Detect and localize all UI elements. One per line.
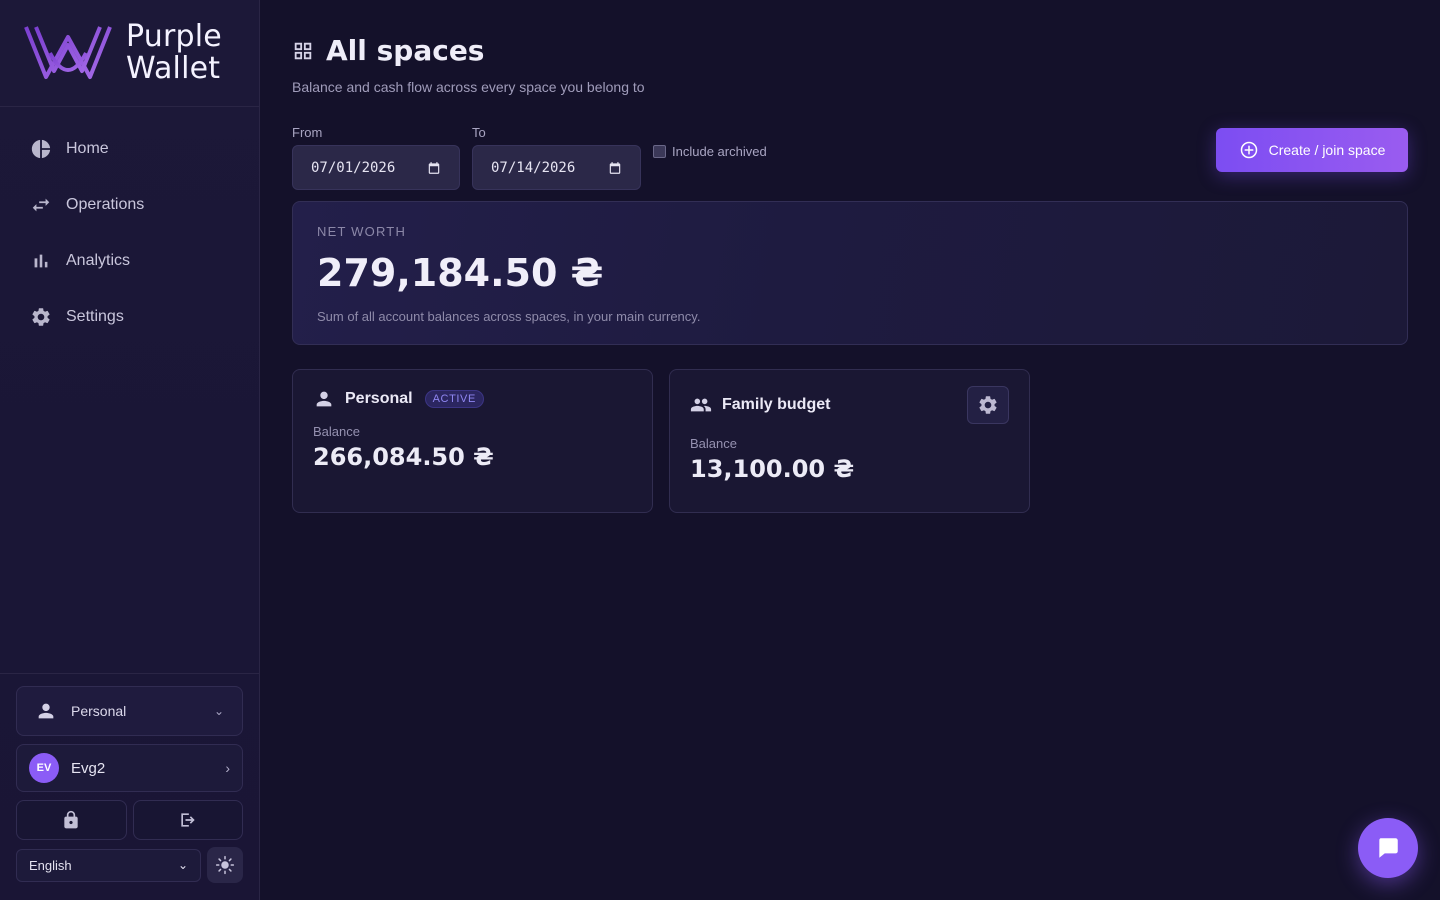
to-date-value: 07/14/2026: [491, 159, 576, 176]
from-label: From: [292, 125, 323, 140]
to-label: To: [472, 125, 486, 140]
space-card-header: Family budget: [690, 394, 1009, 416]
brand-name: Purple Wallet: [126, 21, 222, 85]
calendar-icon: [428, 161, 440, 174]
chevron-right-icon: ›: [225, 760, 230, 776]
from-field: From 07/01/2026: [292, 125, 460, 190]
net-worth-card: NET WORTH 279,184.50 ₴ Sum of all accoun…: [292, 201, 1408, 345]
from-date-value: 07/01/2026: [311, 159, 396, 176]
calendar-icon: [609, 161, 621, 174]
filters: From 07/01/2026 To 07/14/2026 Include ar…: [292, 125, 1408, 191]
user-profile[interactable]: EV Evg2 ›: [16, 744, 243, 792]
brand[interactable]: Purple Wallet: [0, 0, 259, 107]
from-date-input[interactable]: 07/01/2026: [292, 145, 460, 190]
space-selector[interactable]: Personal ⌄: [16, 686, 243, 736]
sidebar-item-operations[interactable]: Operations: [0, 177, 259, 233]
logout-icon: [181, 813, 195, 827]
sidebar-item-label: Home: [66, 140, 109, 157]
language-value: English: [29, 857, 72, 873]
lock-button[interactable]: [16, 800, 127, 840]
chat-bubble-icon: [1379, 838, 1398, 858]
create-join-space-label: Create / join space: [1268, 142, 1386, 158]
space-card-personal[interactable]: Personal ACTIVE Balance 266,084.50 ₴: [292, 369, 653, 513]
space-card-family-budget[interactable]: Family budget Balance 13,100.00 ₴: [669, 369, 1030, 513]
net-worth-value: 279,184.50 ₴: [317, 251, 604, 295]
balance-label: Balance: [690, 436, 737, 451]
balance-label: Balance: [313, 424, 360, 439]
lock-icon: [64, 810, 78, 829]
to-date-input[interactable]: 07/14/2026: [472, 145, 641, 190]
page-title: All spaces: [326, 34, 485, 67]
sidebar-item-label: Analytics: [66, 252, 131, 269]
sidebar-item-analytics[interactable]: Analytics: [0, 233, 259, 289]
bar-chart-icon: [34, 254, 48, 268]
space-settings-button[interactable]: [967, 386, 1009, 424]
space-name: Family budget: [722, 396, 831, 413]
theme-toggle-button[interactable]: [207, 847, 243, 883]
to-field: To 07/14/2026: [472, 125, 641, 190]
space-card-header: Personal ACTIVE: [313, 388, 632, 410]
balance-value: 13,100.00 ₴: [690, 455, 855, 483]
gear-icon: [32, 308, 50, 326]
include-archived-label: Include archived: [672, 144, 767, 159]
language-row: English ⌄: [16, 847, 243, 883]
chevron-down-icon: ⌄: [213, 704, 224, 718]
plus-circle-icon: [1240, 141, 1257, 159]
grid-icon: [294, 42, 312, 59]
main-content: All spaces Balance and cash flow across …: [292, 0, 1408, 513]
create-join-space-button[interactable]: Create / join space: [1216, 128, 1408, 172]
language-select[interactable]: English ⌄: [16, 848, 201, 882]
page-subtitle: Balance and cash flow across every space…: [292, 79, 645, 95]
page-header: All spaces: [292, 34, 1408, 67]
sun-icon: [215, 855, 235, 875]
sidebar-item-label: Operations: [66, 196, 145, 213]
avatar: EV: [29, 753, 59, 783]
person-icon: [38, 703, 54, 719]
space-selector-label: Personal: [71, 703, 127, 719]
brand-line-1: Purple: [126, 19, 222, 54]
logout-button[interactable]: [132, 800, 243, 840]
brand-line-2: Wallet: [126, 51, 221, 86]
checkbox[interactable]: [653, 145, 666, 158]
gear-icon: [979, 396, 997, 414]
sidebar-item-label: Settings: [66, 308, 124, 325]
purple-wallet-logo-icon: [24, 26, 112, 79]
space-cards: Personal ACTIVE Balance 266,084.50 ₴ Fam…: [292, 369, 1408, 513]
include-archived-checkbox[interactable]: Include archived: [653, 144, 767, 159]
net-worth-label: NET WORTH: [317, 224, 407, 239]
chat-button[interactable]: [1358, 818, 1418, 878]
swap-arrows-icon: [32, 198, 50, 212]
space-name: Personal: [345, 390, 413, 407]
pie-chart-icon: [31, 139, 51, 159]
sidebar-nav: Home Operations Analytics Settings: [0, 107, 259, 345]
chevron-down-icon: ⌄: [177, 858, 188, 872]
sidebar-item-settings[interactable]: Settings: [0, 289, 259, 345]
user-name: Evg2: [71, 759, 106, 777]
footer-actions: [16, 800, 243, 840]
net-worth-note: Sum of all account balances across space…: [317, 309, 701, 324]
sidebar: Purple Wallet Home Operations Analytics …: [0, 0, 260, 900]
person-icon: [316, 391, 332, 407]
balance-value: 266,084.50 ₴: [313, 443, 494, 471]
group-icon: [690, 398, 712, 412]
sidebar-item-home[interactable]: Home: [0, 121, 259, 177]
sidebar-footer: Personal ⌄ EV Evg2 › English ⌄: [0, 673, 259, 900]
status-badge: ACTIVE: [424, 390, 484, 408]
